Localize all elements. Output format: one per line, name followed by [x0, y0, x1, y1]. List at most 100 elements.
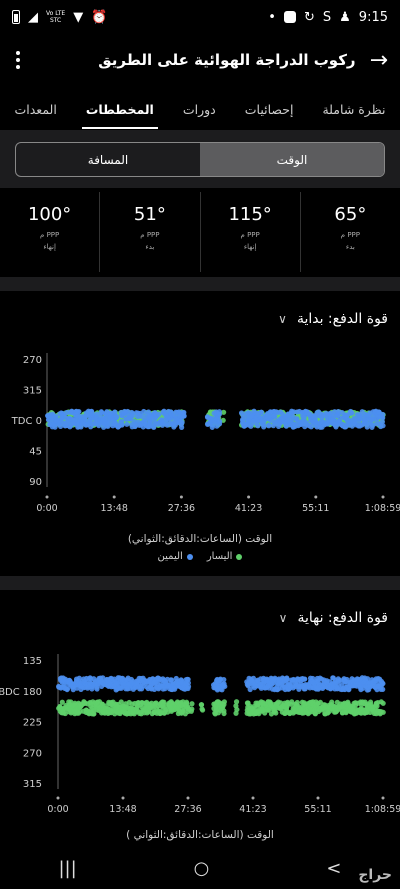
back-arrow-icon[interactable]: →	[370, 48, 388, 73]
stat-unit: م PPP	[340, 231, 360, 239]
scatter-point	[221, 710, 227, 717]
stat-value: 100°	[27, 204, 72, 225]
y-tick-label: 135	[23, 656, 42, 667]
carrier-label: Vo LTE STC	[46, 10, 66, 24]
chart-header-end[interactable]: ∨ قوة الدفع: نهاية	[0, 600, 400, 636]
x-tick-label: 41:23	[239, 804, 266, 815]
scatter-point	[179, 424, 185, 430]
x-tick-mark	[179, 495, 183, 499]
power-phase-start-chart: 270 315 TDC 0 45 90 0:00 13:48 27:36 41:23 55:11 1…	[11, 353, 400, 514]
y-tick-label: 315	[23, 779, 42, 790]
scatter-point	[189, 706, 195, 712]
stat-sub: بدء	[145, 243, 155, 251]
y-tick-label: 315	[23, 386, 42, 397]
time-toggle-button[interactable]: الوقت	[200, 143, 384, 176]
stat-value: 65°	[334, 204, 367, 225]
x-axis-label: الوقت (الساعات:الدقائق:الثواني)	[127, 533, 273, 545]
x-tick-label: 13:48	[109, 804, 136, 815]
back-icon[interactable]: <	[326, 858, 341, 879]
scatter-point	[308, 424, 314, 430]
wifi-icon: ▼	[73, 9, 84, 25]
scatter-point	[380, 709, 386, 715]
y-tick-label: 270	[23, 748, 42, 759]
scatter-point	[52, 413, 58, 419]
x-tick-label: 55:11	[302, 503, 329, 514]
stat-sub: إنهاء	[243, 243, 257, 251]
scatter-point	[94, 686, 100, 692]
section-divider	[0, 277, 400, 291]
y-tick-label: 225	[23, 718, 42, 729]
scatter-point	[380, 700, 386, 706]
scatter-point	[209, 424, 215, 430]
app-header: ركوب الدراجة الهوائية على الطريق →	[0, 40, 400, 80]
scatter-point	[198, 702, 204, 708]
x-tick-mark	[186, 796, 190, 800]
chevron-down-icon[interactable]: ∨	[279, 611, 288, 625]
power-phase-end-chart: 135 BDC 180 225 270 315 0:00 13:48 27:36 41:23 55…	[0, 654, 400, 815]
legend-swatch	[186, 553, 193, 560]
legend-item-right: اليمين	[158, 551, 193, 562]
chart-title: قوة الدفع: بداية	[296, 311, 388, 327]
y-tick-label: 270	[23, 355, 42, 366]
power-phase-stats: 65° م PPP بدء 115° م PPP إنهاء 51° م PPP…	[0, 192, 400, 272]
x-tick-mark	[121, 796, 125, 800]
legend-item-left: اليسار	[207, 551, 243, 562]
toggle-panel: المسافة الوقت	[0, 130, 400, 188]
scatter-point	[221, 699, 227, 705]
y-tick-label: 90	[29, 477, 42, 488]
scatter-point	[184, 699, 190, 705]
scatter-point	[113, 413, 119, 419]
x-tick-label: 27:36	[168, 503, 195, 514]
scatter-point	[216, 409, 223, 415]
scatter-point	[181, 413, 187, 419]
tab-laps[interactable]: دورات	[179, 94, 220, 125]
time-distance-toggle: المسافة الوقت	[15, 142, 385, 177]
scatter-point	[380, 423, 386, 429]
scatter-point	[233, 710, 239, 716]
x-tick-label: 1:08:59	[365, 804, 400, 815]
x-tick-mark	[316, 796, 320, 800]
stat-cell: 51° م PPP بدء	[99, 192, 199, 272]
distance-toggle-button[interactable]: المسافة	[16, 143, 200, 176]
scatter-point	[173, 675, 179, 682]
stat-unit: م PPP	[140, 231, 160, 239]
x-tick-label: 55:11	[304, 804, 331, 815]
home-icon[interactable]: ○	[194, 858, 210, 879]
x-tick-mark	[251, 796, 255, 800]
status-bar: ◢ Vo LTE STC ▼ ⏰ • ↻ S ♟ 9:15	[0, 0, 400, 34]
recents-icon[interactable]: |||	[58, 858, 76, 879]
page-title: ركوب الدراجة الهوائية على الطريق	[98, 51, 356, 69]
scatter-point	[349, 410, 355, 416]
scatter-point	[255, 423, 261, 429]
tab-gear[interactable]: المعدات	[11, 94, 61, 125]
tab-charts[interactable]: المخططات	[81, 94, 158, 129]
x-tick-label: 1:08:59	[365, 503, 400, 514]
scatter-point	[129, 413, 135, 419]
x-tick-label: 0:00	[36, 503, 57, 514]
scatter-point	[301, 676, 308, 682]
scatter-point	[380, 680, 386, 687]
more-options-icon[interactable]	[12, 47, 24, 73]
scatter-point	[216, 418, 223, 425]
x-tick-mark	[247, 495, 251, 499]
x-tick-mark	[314, 495, 318, 499]
y-tick-label: BDC 180	[0, 687, 42, 698]
status-right: • ↻ S ♟ 9:15	[268, 10, 388, 25]
x-tick-mark	[56, 796, 60, 800]
alarm-icon: ⏰	[91, 9, 108, 25]
x-tick-label: 0:00	[47, 804, 68, 815]
refresh-notification-icon: ↻	[303, 9, 315, 25]
tab-overview[interactable]: نظرة شاملة	[318, 94, 389, 125]
watermark-logo: حراج	[358, 867, 392, 883]
scatter-point	[185, 683, 192, 690]
x-tick-mark	[45, 495, 49, 499]
tab-stats[interactable]: إحصائيات	[241, 94, 298, 125]
tab-bar: نظرة شاملة إحصائيات دورات المخططات المعد…	[0, 88, 400, 130]
chart-title: قوة الدفع: نهاية	[297, 610, 388, 626]
chevron-down-icon[interactable]: ∨	[278, 312, 287, 326]
x-tick-mark	[112, 495, 116, 499]
x-tick-label: 41:23	[235, 503, 262, 514]
cellular-icon: ◢	[28, 9, 38, 25]
x-tick-label: 27:36	[174, 804, 201, 815]
chart-header-start[interactable]: ∨ قوة الدفع: بداية	[0, 301, 400, 337]
